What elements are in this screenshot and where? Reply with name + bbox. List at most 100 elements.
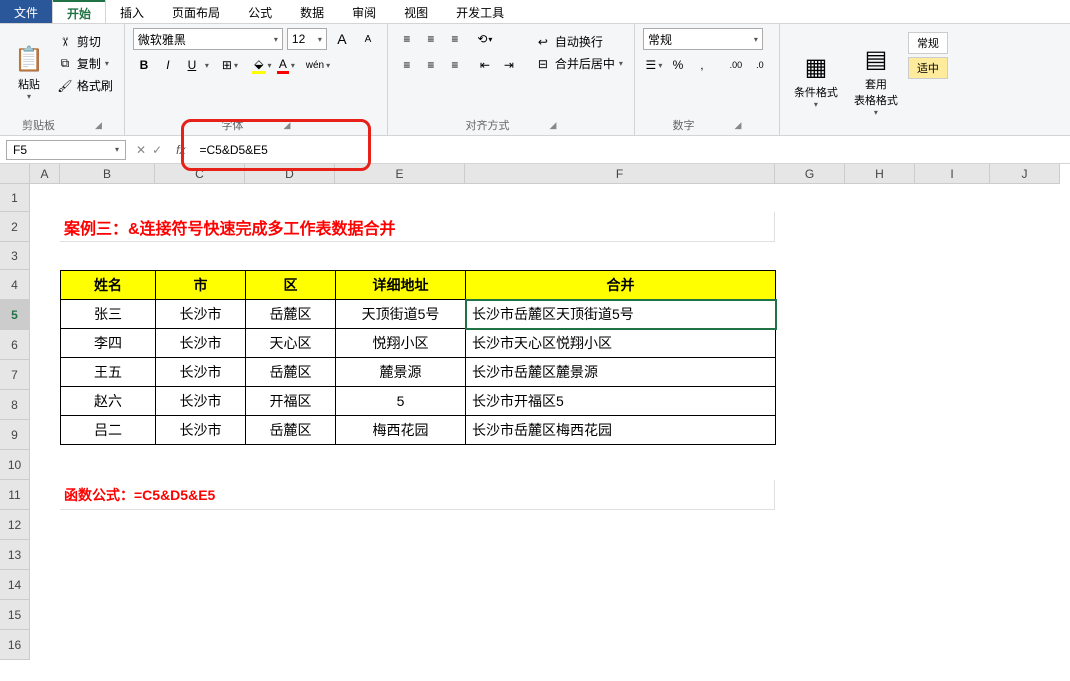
increase-decimal-button[interactable]: .00	[725, 54, 747, 76]
cut-button[interactable]: ✂剪切	[54, 32, 116, 51]
column-header-I[interactable]: I	[915, 164, 990, 184]
row-header-4[interactable]: 4	[0, 270, 30, 300]
name-box[interactable]: F5▾	[6, 140, 126, 160]
row-header-7[interactable]: 7	[0, 360, 30, 390]
italic-button[interactable]: I	[157, 54, 179, 76]
cell-style-good[interactable]: 适中	[908, 57, 948, 79]
table-cell[interactable]: 长沙市	[156, 329, 246, 358]
wrap-text-button[interactable]: ↩自动换行	[532, 32, 626, 51]
column-header-G[interactable]: G	[775, 164, 845, 184]
formula-note-cell[interactable]: 函数公式：=C5&D5&E5	[60, 480, 775, 510]
table-cell[interactable]: 麓景源	[336, 358, 466, 387]
shrink-font-button[interactable]: A	[357, 28, 379, 50]
align-top-button[interactable]: ≡	[396, 28, 418, 50]
decrease-decimal-button[interactable]: .0	[749, 54, 771, 76]
align-middle-button[interactable]: ≡	[420, 28, 442, 50]
currency-button[interactable]: ☰	[643, 54, 665, 76]
phonetic-button[interactable]: wén	[307, 54, 329, 76]
percent-button[interactable]: %	[667, 54, 689, 76]
table-cell[interactable]: 吕二	[61, 416, 156, 445]
table-cell[interactable]: 长沙市岳麓区梅西花园	[466, 416, 776, 445]
fill-color-button[interactable]: ⬙	[251, 54, 273, 76]
fx-icon[interactable]: fx	[170, 143, 191, 157]
dialog-launcher-icon[interactable]: ◢	[283, 120, 290, 131]
tab-审阅[interactable]: 审阅	[338, 0, 390, 23]
tab-页面布局[interactable]: 页面布局	[158, 0, 234, 23]
table-cell[interactable]: 悦翔小区	[336, 329, 466, 358]
increase-indent-button[interactable]: ⇥	[498, 54, 520, 76]
merge-center-button[interactable]: ⊟合并后居中▾	[532, 54, 626, 73]
row-header-6[interactable]: 6	[0, 330, 30, 360]
tab-开始[interactable]: 开始	[52, 0, 106, 23]
title-cell[interactable]: 案例三：&连接符号快速完成多工作表数据合并	[60, 212, 775, 242]
dialog-launcher-icon[interactable]: ◢	[734, 120, 741, 131]
tab-插入[interactable]: 插入	[106, 0, 158, 23]
bold-button[interactable]: B	[133, 54, 155, 76]
cell-style-normal[interactable]: 常规	[908, 32, 948, 54]
align-center-button[interactable]: ≡	[420, 54, 442, 76]
table-header[interactable]: 市	[156, 271, 246, 300]
column-header-E[interactable]: E	[335, 164, 465, 184]
table-cell[interactable]: 天心区	[246, 329, 336, 358]
paste-button[interactable]: 📋 粘贴 ▾	[8, 28, 50, 117]
row-header-14[interactable]: 14	[0, 570, 30, 600]
column-header-J[interactable]: J	[990, 164, 1060, 184]
table-cell[interactable]: 开福区	[246, 387, 336, 416]
table-cell[interactable]: 岳麓区	[246, 416, 336, 445]
table-header[interactable]: 合并	[466, 271, 776, 300]
row-header-13[interactable]: 13	[0, 540, 30, 570]
table-cell[interactable]: 张三	[61, 300, 156, 329]
formula-input[interactable]	[191, 141, 1070, 159]
table-cell[interactable]: 5	[336, 387, 466, 416]
align-left-button[interactable]: ≡	[396, 54, 418, 76]
table-cell[interactable]: 岳麓区	[246, 358, 336, 387]
decrease-indent-button[interactable]: ⇤	[474, 54, 496, 76]
table-cell[interactable]: 长沙市天心区悦翔小区	[466, 329, 776, 358]
table-cell[interactable]: 天顶街道5号	[336, 300, 466, 329]
borders-button[interactable]: ⊞	[219, 54, 241, 76]
dialog-launcher-icon[interactable]: ◢	[549, 120, 556, 131]
orientation-button[interactable]: ⟲	[474, 28, 496, 50]
table-cell[interactable]: 长沙市岳麓区麓景源	[466, 358, 776, 387]
row-header-12[interactable]: 12	[0, 510, 30, 540]
table-cell[interactable]: 长沙市	[156, 300, 246, 329]
column-header-D[interactable]: D	[245, 164, 335, 184]
row-header-2[interactable]: 2	[0, 212, 30, 242]
dialog-launcher-icon[interactable]: ◢	[95, 120, 102, 131]
tab-视图[interactable]: 视图	[390, 0, 442, 23]
font-color-button[interactable]: A	[275, 54, 297, 76]
cancel-formula-button[interactable]: ✕	[136, 143, 146, 157]
table-cell[interactable]: 赵六	[61, 387, 156, 416]
row-header-16[interactable]: 16	[0, 630, 30, 660]
table-cell[interactable]: 王五	[61, 358, 156, 387]
tab-公式[interactable]: 公式	[234, 0, 286, 23]
row-header-15[interactable]: 15	[0, 600, 30, 630]
font-size-combo[interactable]: 12▾	[287, 28, 327, 50]
align-bottom-button[interactable]: ≡	[444, 28, 466, 50]
table-header[interactable]: 姓名	[61, 271, 156, 300]
tab-数据[interactable]: 数据	[286, 0, 338, 23]
table-cell[interactable]: 长沙市开福区5	[466, 387, 776, 416]
table-cell[interactable]: 长沙市岳麓区天顶街道5号	[466, 300, 776, 329]
row-header-8[interactable]: 8	[0, 390, 30, 420]
font-name-combo[interactable]: 微软雅黑▾	[133, 28, 283, 50]
number-format-combo[interactable]: 常规▾	[643, 28, 763, 50]
table-cell[interactable]: 长沙市	[156, 358, 246, 387]
align-right-button[interactable]: ≡	[444, 54, 466, 76]
tab-file[interactable]: 文件	[0, 0, 52, 23]
accept-formula-button[interactable]: ✓	[152, 143, 162, 157]
row-header-10[interactable]: 10	[0, 450, 30, 480]
table-cell[interactable]: 长沙市	[156, 387, 246, 416]
row-header-1[interactable]: 1	[0, 184, 30, 212]
tab-开发工具[interactable]: 开发工具	[442, 0, 518, 23]
copy-button[interactable]: ⧉复制▾	[54, 54, 116, 73]
row-header-11[interactable]: 11	[0, 480, 30, 510]
table-format-button[interactable]: ▤ 套用 表格格式 ▾	[848, 28, 904, 133]
table-cell[interactable]: 长沙市	[156, 416, 246, 445]
grow-font-button[interactable]: A	[331, 28, 353, 50]
select-all-corner[interactable]	[0, 164, 30, 184]
table-cell[interactable]: 岳麓区	[246, 300, 336, 329]
comma-button[interactable]: ,	[691, 54, 713, 76]
table-cell[interactable]: 李四	[61, 329, 156, 358]
column-header-H[interactable]: H	[845, 164, 915, 184]
